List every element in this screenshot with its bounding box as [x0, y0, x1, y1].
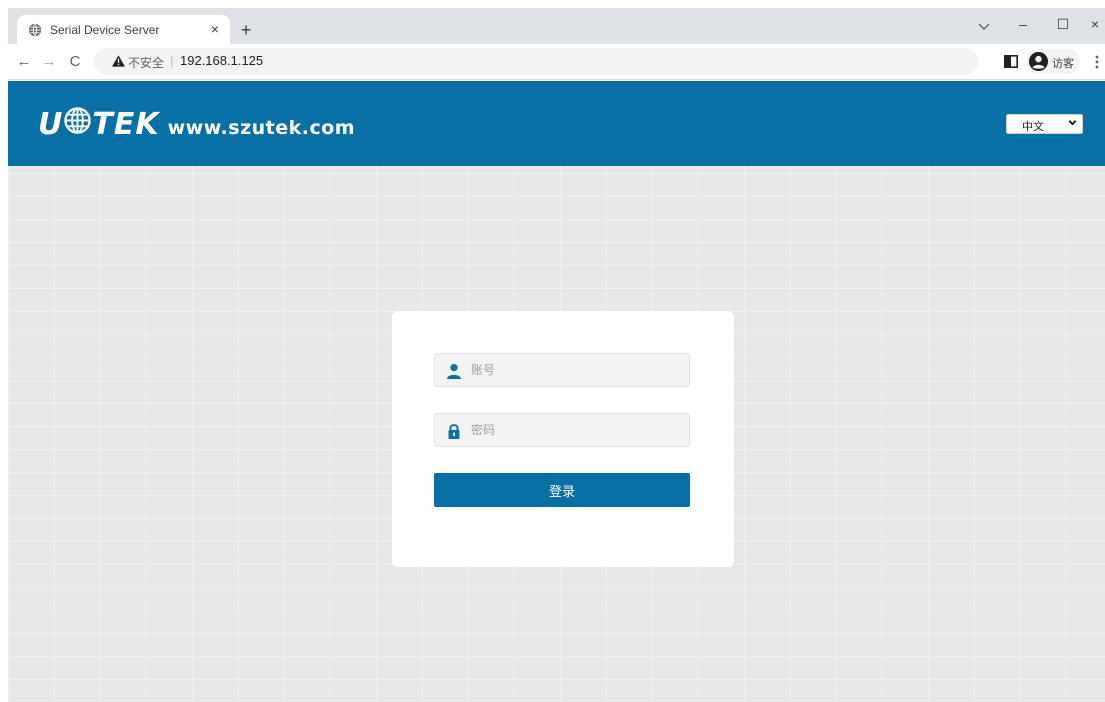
browser-tabstrip: Serial Device Server × + – ☐ × — [8, 8, 1105, 44]
address-bar[interactable]: 不安全 | 192.168.1.125 — [94, 48, 978, 75]
globe-icon — [28, 23, 42, 37]
username-field[interactable] — [434, 353, 690, 387]
window-maximize-button[interactable]: ☐ — [1052, 14, 1074, 34]
username-input[interactable] — [471, 354, 683, 386]
new-tab-button[interactable]: + — [236, 20, 256, 40]
url-text[interactable]: 192.168.1.125 — [180, 53, 263, 68]
website-url: www.szutek.com — [167, 117, 356, 139]
login-button[interactable]: 登录 — [434, 473, 690, 507]
warning-icon[interactable] — [112, 55, 125, 67]
window-close-button[interactable]: × — [1084, 14, 1105, 34]
site-header: U TEK www.szutek.com 中文 — [8, 81, 1105, 166]
brand-logo-left: U — [38, 107, 64, 142]
forward-button[interactable]: → — [40, 53, 58, 71]
reload-button[interactable]: C — [66, 53, 84, 71]
url-separator: | — [170, 53, 174, 68]
profile-button[interactable]: 访客 — [1026, 49, 1080, 74]
language-selected: 中文 — [1022, 121, 1044, 133]
password-input[interactable] — [471, 414, 683, 446]
profile-label: 访客 — [1052, 58, 1074, 70]
window-minimize-button[interactable]: – — [1012, 14, 1034, 34]
browser-toolbar: ← → C 不安全 | 192.168.1.125 访客 — [8, 44, 1105, 80]
brand-logo: U TEK www.szutek.com — [38, 107, 355, 143]
lock-icon — [448, 424, 460, 439]
kebab-menu-icon[interactable] — [1094, 53, 1100, 71]
globe-logo-icon — [64, 107, 92, 134]
tab-close-button[interactable]: × — [207, 21, 223, 37]
login-card: 登录 — [392, 311, 734, 567]
back-button[interactable]: ← — [15, 53, 33, 71]
tab-search-icon[interactable] — [976, 18, 992, 34]
password-field[interactable] — [434, 413, 690, 447]
tab-title: Serial Device Server — [50, 23, 160, 37]
browser-tab[interactable]: Serial Device Server × — [17, 15, 230, 44]
user-icon — [447, 364, 461, 379]
chevron-down-icon — [1068, 120, 1077, 126]
language-select[interactable]: 中文 — [1006, 114, 1083, 134]
page-viewport: U TEK www.szutek.com 中文 账号 登录 — [8, 81, 1105, 702]
side-panel-icon[interactable] — [1004, 55, 1018, 68]
security-label[interactable]: 不安全 — [128, 54, 164, 71]
profile-icon — [1028, 51, 1049, 72]
brand-logo-right: TEK — [92, 107, 160, 142]
